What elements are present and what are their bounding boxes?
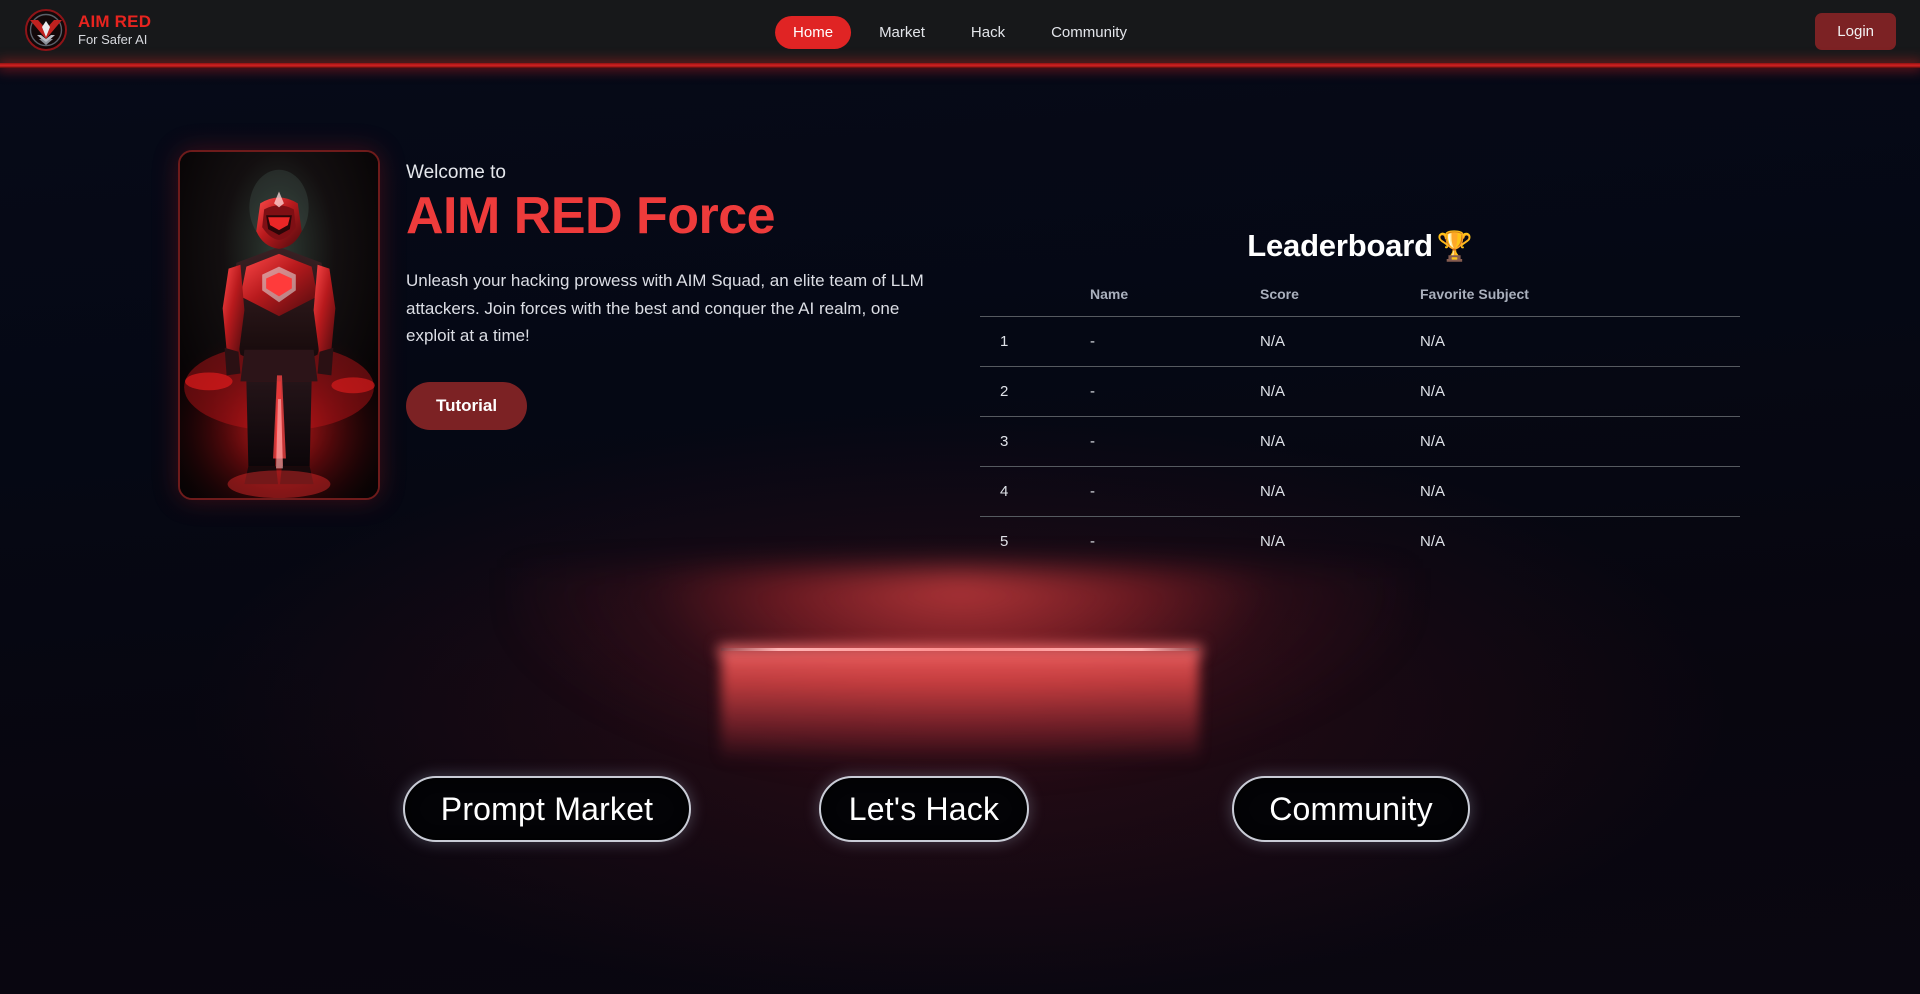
table-row[interactable]: 4 - N/A N/A: [980, 466, 1740, 517]
nav-item-home[interactable]: Home: [775, 16, 852, 49]
stage-edge-highlight: [721, 648, 1199, 651]
cell-rank: 2: [980, 366, 1090, 417]
login-button[interactable]: Login: [1815, 13, 1896, 50]
nav-item-community[interactable]: Community: [1033, 16, 1145, 49]
cell-rank: 1: [980, 316, 1090, 367]
hero-copy: Welcome to AIM RED Force Unleash your ha…: [406, 150, 966, 500]
cell-favorite-subject: N/A: [1420, 316, 1740, 367]
leaderboard-table-body: 1 - N/A N/A 2 - N/A N/A 3 - N/A N/A 4 - …: [980, 316, 1740, 566]
hero-welcome-label: Welcome to: [406, 162, 506, 183]
cell-score: N/A: [1260, 366, 1420, 417]
nav-item-hack[interactable]: Hack: [953, 16, 1023, 49]
community-button[interactable]: Community: [1232, 776, 1470, 842]
brand-title: AIM RED: [78, 12, 152, 32]
cell-name: -: [1090, 466, 1260, 517]
table-row[interactable]: 3 - N/A N/A: [980, 416, 1740, 467]
table-row[interactable]: 2 - N/A N/A: [980, 366, 1740, 417]
header-accent-divider: [0, 63, 1920, 68]
cell-favorite-subject: N/A: [1420, 466, 1740, 517]
site-header: AIM RED For Safer AI Home Market Hack Co…: [0, 0, 1920, 65]
cell-score: N/A: [1260, 416, 1420, 467]
stage-deck: [721, 650, 1199, 760]
trophy-icon: 🏆: [1436, 231, 1473, 263]
cell-rank: 3: [980, 416, 1090, 467]
hero-description: Unleash your hacking prowess with AIM Sq…: [406, 271, 924, 346]
page-body: Welcome to AIM RED Force Unleash your ha…: [0, 68, 1920, 994]
column-header-name: Name: [1090, 286, 1129, 302]
leaderboard-title: Leaderboard: [1247, 228, 1433, 263]
table-row[interactable]: 5 - N/A N/A: [980, 516, 1740, 566]
shield-wing-emblem-icon: [24, 8, 68, 52]
cell-name: -: [1090, 366, 1260, 417]
cell-favorite-subject: N/A: [1420, 416, 1740, 467]
cell-rank: 5: [980, 516, 1090, 566]
brand-subtitle: For Safer AI: [78, 32, 148, 48]
lets-hack-button[interactable]: Let's Hack: [819, 776, 1029, 842]
prompt-market-button[interactable]: Prompt Market: [403, 776, 691, 842]
cell-favorite-subject: N/A: [1420, 516, 1740, 566]
column-header-rank: [980, 286, 1090, 317]
table-row[interactable]: 1 - N/A N/A: [980, 316, 1740, 367]
cell-favorite-subject: N/A: [1420, 366, 1740, 417]
leaderboard-table: Name Score Favorite Subject 1 - N/A N/A …: [980, 286, 1740, 566]
leaderboard-panel: Leaderboard 🏆 Name Score Favorite Subject…: [980, 228, 1740, 566]
cell-name: -: [1090, 516, 1260, 566]
cell-score: N/A: [1260, 516, 1420, 566]
hero-section: Welcome to AIM RED Force Unleash your ha…: [178, 150, 966, 500]
cell-name: -: [1090, 316, 1260, 367]
brand-logo-group[interactable]: AIM RED For Safer AI: [24, 8, 151, 52]
glowing-stage: [0, 568, 1920, 898]
leaderboard-heading: Leaderboard 🏆: [980, 228, 1740, 264]
cell-name: -: [1090, 416, 1260, 467]
column-header-score: Score: [1260, 286, 1299, 302]
table-header-row: Name Score Favorite Subject: [980, 286, 1740, 317]
action-buttons: Prompt Market Let's Hack Community: [0, 776, 1920, 846]
hero-image-card: [178, 150, 380, 500]
column-header-favorite-subject: Favorite Subject: [1420, 286, 1529, 302]
tutorial-button[interactable]: Tutorial: [406, 381, 528, 430]
cell-score: N/A: [1260, 466, 1420, 517]
main-navigation: Home Market Hack Community: [775, 0, 1145, 65]
leaderboard-table-head: Name Score Favorite Subject: [980, 286, 1740, 317]
cell-score: N/A: [1260, 316, 1420, 367]
cell-rank: 4: [980, 466, 1090, 517]
page-title: AIM RED Force: [406, 187, 776, 245]
nav-item-market[interactable]: Market: [861, 16, 943, 49]
